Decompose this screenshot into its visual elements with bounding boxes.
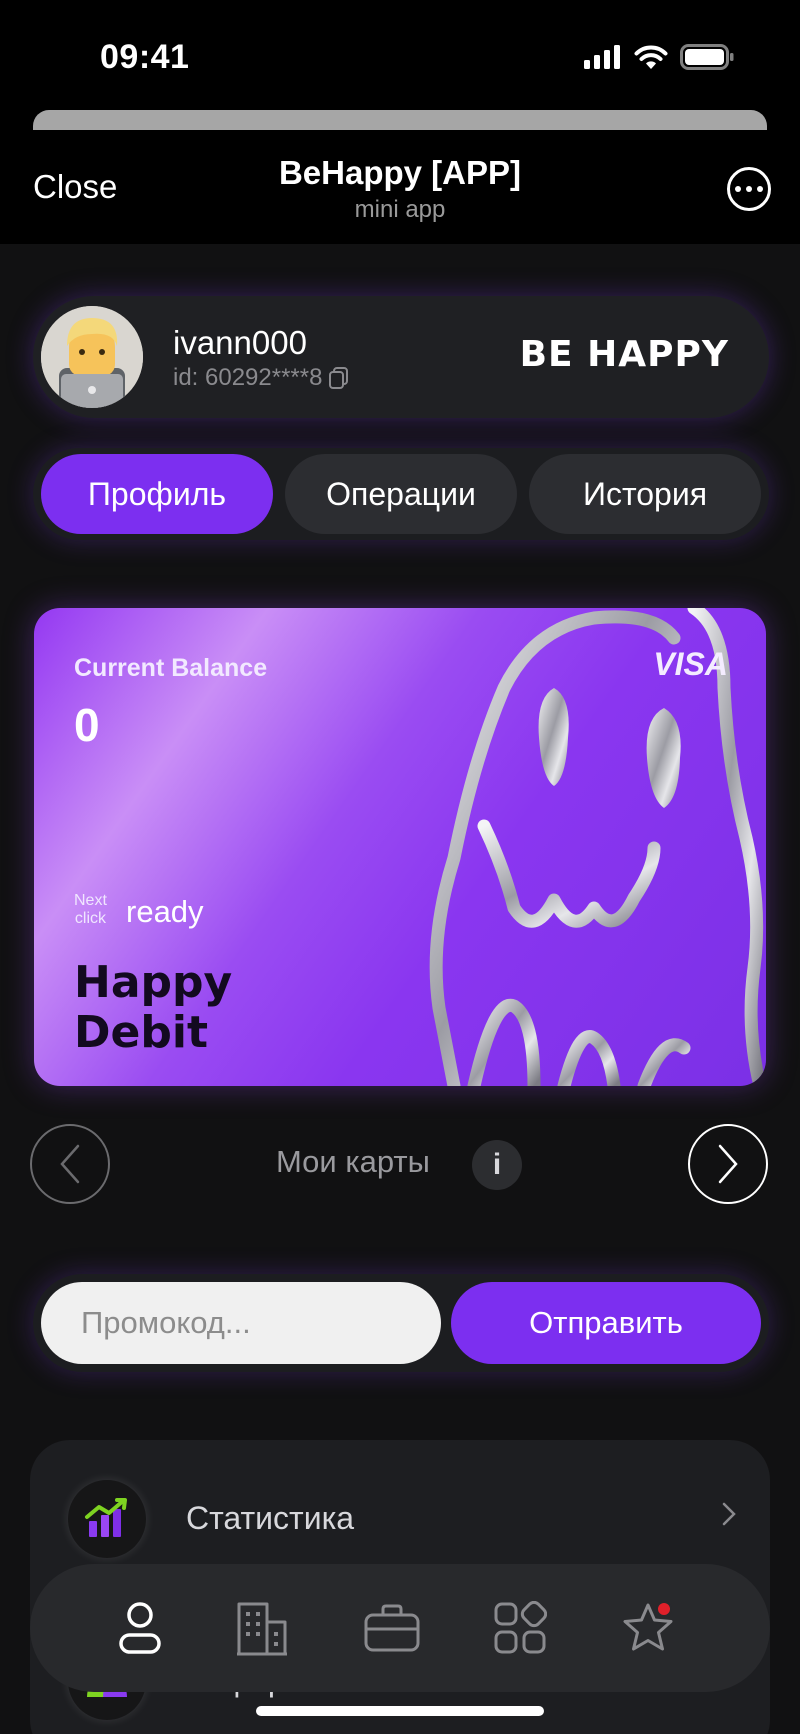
username: ivann000	[173, 324, 307, 361]
notification-badge	[656, 1601, 672, 1617]
wifi-icon	[634, 45, 668, 69]
promo-form: Отправить	[33, 1274, 769, 1372]
grid-apps-icon[interactable]	[488, 1596, 552, 1660]
next-click-label: Next click	[74, 892, 107, 928]
mini-app-header: Close BeHappy [APP] mini app	[0, 130, 800, 244]
profile-tabs: Профиль Операции История	[33, 448, 769, 540]
status-bar: 09:41	[0, 0, 800, 110]
balance-label: Current Balance	[74, 654, 268, 682]
user-id: id: 60292****8	[173, 364, 350, 392]
chevron-left-icon	[60, 1144, 80, 1184]
info-button[interactable]: i	[472, 1140, 522, 1190]
card-name-line2: Debit	[74, 1007, 208, 1058]
stats-chart-icon	[68, 1480, 146, 1558]
avatar-person-icon	[41, 306, 143, 408]
promo-input[interactable]	[41, 1282, 441, 1364]
more-dots-icon[interactable]	[727, 167, 771, 211]
next-click-line1: Next	[74, 892, 107, 909]
menu-label-statistics: Статистика	[186, 1500, 355, 1536]
sheet-top-edge	[33, 110, 767, 130]
user-id-text: id: 60292****8	[173, 364, 323, 391]
briefcase-icon[interactable]	[360, 1596, 424, 1660]
card-name-line1: Happy	[74, 957, 233, 1008]
chevron-right-icon	[718, 1144, 738, 1184]
copy-icon[interactable]	[328, 366, 350, 390]
signal-icon	[584, 45, 620, 69]
card-name: Happy Debit	[74, 958, 232, 1058]
brand-logo: BE HAPPY	[519, 334, 729, 375]
send-button[interactable]: Отправить	[451, 1282, 761, 1364]
next-click-line2: click	[74, 910, 106, 927]
star-icon[interactable]	[616, 1596, 680, 1660]
home-indicator	[256, 1706, 544, 1716]
bank-card[interactable]: Current Balance 0 VISA Next click ready …	[34, 608, 766, 1086]
card-status: ready	[126, 894, 204, 929]
main-content[interactable]: ivann000 id: 60292****8 BE HAPPY Профиль…	[0, 244, 800, 1734]
bottom-tab-bar	[30, 1564, 770, 1692]
profile-icon[interactable]	[108, 1596, 172, 1660]
balance-value: 0	[74, 699, 100, 751]
app-title: BeHappy [APP]	[278, 154, 522, 191]
chevron-right-icon	[722, 1502, 736, 1526]
tab-profile[interactable]: Профиль	[41, 454, 273, 534]
tab-history[interactable]: История	[529, 454, 761, 534]
next-card-button[interactable]	[688, 1124, 768, 1204]
my-cards-label: Мои карты	[276, 1144, 430, 1179]
prev-card-button[interactable]	[30, 1124, 110, 1204]
app-subtitle: mini app	[354, 196, 446, 223]
profile-card: ivann000 id: 60292****8 BE HAPPY	[33, 296, 769, 418]
tab-operations[interactable]: Операции	[285, 454, 517, 534]
buildings-icon[interactable]	[230, 1596, 294, 1660]
status-icons	[584, 44, 734, 70]
avatar[interactable]	[41, 306, 143, 408]
visa-logo: VISA	[653, 646, 728, 682]
status-time: 09:41	[100, 38, 190, 76]
battery-icon	[680, 44, 734, 70]
